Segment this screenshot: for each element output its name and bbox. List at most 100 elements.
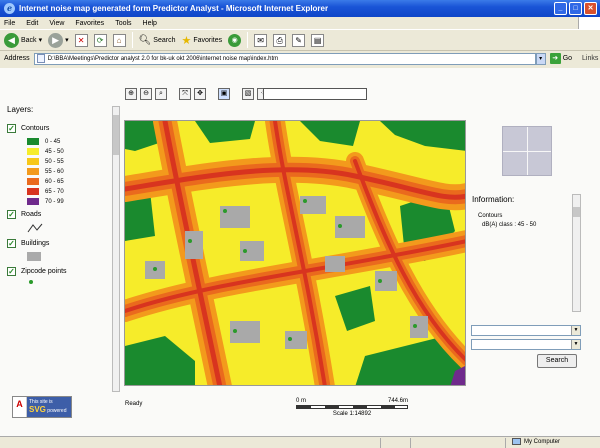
scroll-thumb[interactable] (573, 207, 580, 217)
go-button[interactable]: ➜ Go (549, 53, 572, 64)
close-button[interactable]: ✕ (584, 2, 597, 15)
search-select-1[interactable]: ▼ (471, 325, 581, 336)
legend-label: 60 - 65 (45, 178, 64, 185)
zoom-in-icon[interactable]: ⊕ (125, 88, 137, 100)
window-controls: _ □ ✕ (554, 2, 597, 15)
address-url: D:\BBA\Meetings\Predictor analyst 2.0 fo… (47, 55, 279, 62)
adobe-svg-badge[interactable]: A This site is SVG powered (12, 396, 72, 418)
map-status: Ready (125, 401, 143, 407)
stop-icon[interactable]: ✕ (74, 33, 88, 47)
security-zone: My Computer (512, 438, 560, 445)
checkbox-icon[interactable]: ✓ (7, 267, 16, 276)
search-select-2[interactable]: ▼ (471, 339, 581, 350)
favorites-button[interactable]: ★ Favorites (181, 34, 222, 47)
contour-legend: 0 - 45 45 - 50 50 - 55 55 - 60 60 - 65 6… (27, 137, 107, 206)
mail-icon[interactable]: ✉ (254, 33, 268, 47)
print-icon[interactable]: ⎙ (273, 33, 287, 47)
menu-help[interactable]: Help (143, 20, 157, 27)
buildings-label: Buildings (21, 240, 50, 247)
links-button[interactable]: Links (582, 55, 598, 62)
maximize-button[interactable]: □ (569, 2, 582, 15)
measure-icon[interactable]: ▧ (242, 88, 254, 100)
chevron-down-icon[interactable]: ▼ (571, 340, 580, 349)
pan-icon[interactable]: ✥ (194, 88, 206, 100)
buildings-layer-toggle[interactable]: ✓ Buildings (7, 239, 107, 248)
back-arrow-icon: ◀ (4, 32, 19, 48)
layers-heading: Layers: (7, 105, 34, 114)
toolbar-divider (247, 32, 249, 48)
zoom-out-icon[interactable]: ⊖ (140, 88, 152, 100)
contours-label: Contours (21, 125, 50, 132)
media-icon[interactable]: ◉ (228, 33, 242, 47)
legend-swatch (27, 178, 39, 185)
edit-icon[interactable]: ✎ (292, 33, 306, 47)
menu-favorites[interactable]: Favorites (75, 20, 104, 27)
legend-row: 45 - 50 (27, 147, 107, 156)
map-text-field[interactable] (263, 88, 367, 100)
legend-label: 45 - 50 (45, 148, 64, 155)
legend-row: 70 - 99 (27, 197, 107, 206)
discuss-icon[interactable]: ▤ (311, 33, 325, 47)
roads-layer-toggle[interactable]: ✓ Roads (7, 210, 107, 219)
chevron-down-icon[interactable]: ▾ (65, 36, 69, 44)
checkbox-icon[interactable]: ✓ (7, 239, 16, 248)
zoom-box-icon[interactable]: ⌕ (155, 88, 167, 100)
noise-map-canvas[interactable] (125, 121, 466, 386)
forward-button[interactable]: ▶ ▾ (48, 32, 69, 48)
back-button[interactable]: ◀ Back ▾ (4, 32, 43, 48)
road-line-icon (27, 223, 107, 235)
roads-label: Roads (21, 211, 42, 218)
toolbar-divider (131, 32, 133, 48)
star-icon: ★ (181, 34, 192, 47)
info-scrollbar[interactable] (572, 194, 581, 312)
address-dropdown[interactable]: ▾ (535, 52, 546, 65)
legend-swatch (27, 188, 39, 195)
layers-panel: Layers: ✓ Contours 0 - 45 45 - 50 50 - 5… (7, 105, 107, 290)
menu-file[interactable]: File (4, 20, 15, 27)
zone-label: My Computer (524, 438, 561, 445)
legend-row: 60 - 65 (27, 177, 107, 186)
scroll-thumb[interactable] (113, 115, 119, 155)
search-button[interactable]: 🔍︎ Search (139, 35, 176, 46)
menu-edit[interactable]: Edit (26, 20, 38, 27)
checkbox-icon[interactable]: ✓ (7, 210, 16, 219)
menu-view[interactable]: View (49, 20, 64, 27)
svg-powered-label: This site is SVG powered (27, 397, 71, 417)
checkbox-icon[interactable]: ✓ (7, 124, 16, 133)
legend-row: 55 - 60 (27, 167, 107, 176)
home-icon[interactable]: ⌂ (112, 33, 126, 47)
chevron-down-icon[interactable]: ▼ (571, 326, 580, 335)
info-tool-icon[interactable]: ▣ (218, 88, 230, 100)
chevron-down-icon[interactable]: ▾ (39, 36, 43, 44)
legend-swatch (27, 158, 39, 165)
refresh-icon[interactable]: ⟳ (93, 33, 107, 47)
legend-row: 0 - 45 (27, 137, 107, 146)
contours-layer-toggle[interactable]: ✓ Contours (7, 124, 107, 133)
legend-swatch (27, 138, 39, 145)
legend-row: 50 - 55 (27, 157, 107, 166)
go-arrow-icon: ➜ (549, 53, 561, 64)
zipcode-dot-icon (29, 280, 33, 284)
zipcode-label: Zipcode points (21, 268, 67, 275)
overview-map[interactable] (502, 126, 552, 176)
search-button-map[interactable]: Search (537, 354, 577, 368)
browser-toolbar: ◀ Back ▾ ▶ ▾ ✕ ⟳ ⌂ 🔍︎ Search ★ Favorites… (0, 29, 600, 51)
page-icon (36, 54, 45, 63)
noise-map[interactable] (124, 120, 466, 386)
full-extent-icon[interactable]: ⤧ (179, 88, 191, 100)
legend-swatch (27, 198, 39, 205)
minimize-button[interactable]: _ (554, 2, 567, 15)
scale-bar-graphic (296, 405, 408, 409)
legend-label: 55 - 60 (45, 168, 64, 175)
layers-scrollbar[interactable] (112, 106, 120, 392)
menu-tools[interactable]: Tools (115, 20, 131, 27)
info-title: Information: (472, 195, 515, 204)
badge-line: powered (47, 408, 67, 414)
legend-row: 65 - 70 (27, 187, 107, 196)
zipcode-layer-toggle[interactable]: ✓ Zipcode points (7, 267, 107, 276)
window-title: Internet noise map generated form Predic… (19, 4, 329, 13)
address-input[interactable]: D:\BBA\Meetings\Predictor analyst 2.0 fo… (33, 52, 536, 65)
favorites-label: Favorites (193, 36, 223, 44)
building-swatch (27, 252, 41, 261)
scale-end-label: 744.6m (387, 398, 408, 404)
